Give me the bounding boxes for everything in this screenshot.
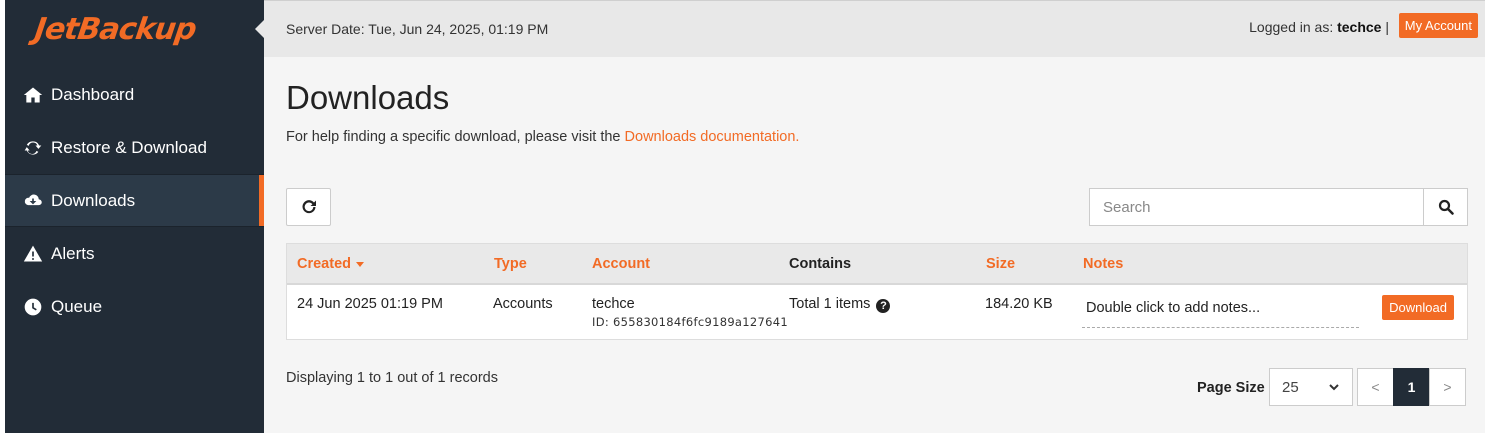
column-size[interactable]: Size (986, 256, 1015, 272)
downloads-documentation-link[interactable]: Downloads documentation. (625, 129, 800, 145)
server-date: Server Date: Tue, Jun 24, 2025, 01:19 PM (286, 21, 549, 37)
logged-in-prefix: Logged in as: (1249, 19, 1334, 35)
column-created[interactable]: Created (297, 256, 365, 272)
my-account-button[interactable]: My Account (1398, 13, 1478, 38)
prev-page-button[interactable]: < (1357, 368, 1394, 406)
sidebar: JetBackup Dashboard Restore & Download D… (0, 0, 265, 433)
jetbackup-logo[interactable]: JetBackup (33, 12, 198, 47)
account-name: techce (592, 296, 635, 312)
search-button[interactable] (1423, 188, 1468, 226)
contains-text: Total 1 items (789, 296, 871, 312)
search-input[interactable] (1089, 188, 1424, 226)
column-account[interactable]: Account (592, 256, 650, 272)
pagination: < 1 > (1357, 368, 1466, 406)
help-text: For help finding a specific download, pl… (286, 129, 799, 145)
sidebar-item-label: Queue (51, 296, 103, 316)
sort-down-icon (356, 262, 365, 268)
column-type[interactable]: Type (494, 256, 527, 272)
chevron-down-icon (1329, 384, 1339, 391)
top-bar: Server Date: Tue, Jun 24, 2025, 01:19 PM… (264, 0, 1485, 57)
notes-field[interactable]: Double click to add notes... (1082, 294, 1359, 328)
account-id: ID: 655830184f6fc9189a127641 (592, 315, 788, 329)
cloud-download-icon (21, 190, 45, 212)
help-text-body: For help finding a specific download, pl… (286, 129, 621, 145)
page-size-value: 25 (1282, 378, 1299, 396)
column-contains: Contains (789, 256, 852, 272)
downloads-table: Created Type Account Contains Size Notes… (286, 243, 1468, 340)
separator: | (1385, 19, 1389, 35)
main-content: Downloads For help finding a specific do… (264, 57, 1485, 433)
sidebar-item-label: Dashboard (51, 84, 135, 104)
page-1-button[interactable]: 1 (1393, 368, 1430, 406)
sidebar-item-label: Downloads (51, 190, 136, 210)
sidebar-item-downloads[interactable]: Downloads (5, 174, 264, 227)
sidebar-item-alerts[interactable]: Alerts (5, 227, 264, 280)
logo-area: JetBackup (5, 0, 265, 58)
sidebar-item-restore-download[interactable]: Restore & Download (5, 121, 264, 174)
cell-created: 24 Jun 2025 01:19 PM (297, 296, 443, 312)
clock-icon (21, 296, 45, 318)
records-info: Displaying 1 to 1 out of 1 records (286, 370, 498, 386)
table-header: Created Type Account Contains Size Notes (287, 244, 1467, 285)
sidebar-nav: Dashboard Restore & Download Downloads A… (5, 68, 264, 333)
page-size-label: Page Size (1197, 380, 1265, 396)
sidebar-item-label: Alerts (51, 243, 95, 263)
sidebar-item-label: Restore & Download (51, 137, 207, 157)
table-row: 24 Jun 2025 01:19 PM Accounts techce ID:… (287, 285, 1467, 339)
refresh-icon (302, 200, 316, 214)
next-page-button[interactable]: > (1429, 368, 1466, 406)
search-icon (1438, 199, 1454, 215)
page-size-select[interactable]: 25 (1269, 368, 1353, 406)
logged-in-info: Logged in as: techce | (1249, 19, 1389, 35)
download-button[interactable]: Download (1382, 295, 1454, 320)
cell-account: techce ID: 655830184f6fc9189a127641 (592, 296, 788, 329)
page-title: Downloads (286, 79, 450, 116)
sync-icon (21, 137, 45, 159)
warning-icon (21, 243, 45, 265)
cell-type: Accounts (493, 296, 553, 312)
column-notes[interactable]: Notes (1083, 256, 1123, 272)
cell-contains: Total 1 items ? (789, 296, 891, 313)
column-created-label: Created (297, 256, 351, 272)
username: techce (1337, 19, 1382, 35)
sidebar-item-dashboard[interactable]: Dashboard (5, 68, 264, 121)
sidebar-item-queue[interactable]: Queue (5, 280, 264, 333)
question-circle-icon[interactable]: ? (876, 299, 891, 313)
refresh-button[interactable] (286, 188, 331, 226)
cell-size: 184.20 KB (985, 296, 1053, 312)
home-icon (21, 84, 45, 106)
